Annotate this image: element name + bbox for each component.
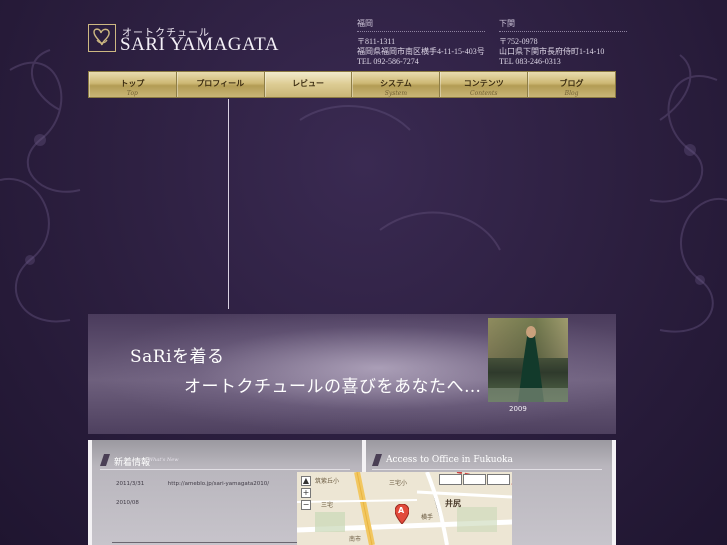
- nav-label-en: System: [384, 90, 408, 97]
- brand-logo[interactable]: オートクチュール SARI YAMAGATA: [88, 24, 278, 58]
- nav-item-review[interactable]: レビュー: [264, 72, 353, 97]
- map-type-tabs: [438, 474, 510, 485]
- access-header: Access to Office in Fukuoka: [372, 450, 602, 470]
- section-tag-icon: [372, 454, 382, 466]
- map-marker-label: A: [398, 506, 405, 515]
- office-tel: TEL 092-586-7274: [357, 57, 419, 66]
- map-type-tab[interactable]: [463, 474, 486, 485]
- photo-ground: [488, 388, 568, 402]
- news-item[interactable]: 2011/3/31 http://ameblo.jp/sari-yamagata…: [116, 481, 269, 487]
- nav-label: ブログ: [559, 79, 584, 88]
- banner-photo[interactable]: [488, 318, 568, 402]
- photo-year: 2009: [509, 405, 527, 413]
- banner-tagline: オートクチュールの喜びをあなたへ…: [184, 377, 482, 397]
- hero-banner: SaRiを着る オートクチュールの喜びをあなたへ… 2009: [88, 314, 616, 434]
- map-place-label: 三宅小: [389, 480, 408, 487]
- map-type-tab[interactable]: [439, 474, 462, 485]
- nav-item-contents[interactable]: コンテンツ Contents: [440, 72, 529, 97]
- map-place-label: 三宅: [321, 502, 334, 509]
- map-station-label: 井尻: [445, 499, 461, 508]
- nav-item-profile[interactable]: プロフィール: [177, 72, 265, 97]
- nav-label: プロフィール: [196, 79, 245, 88]
- office-fukuoka: 福岡 〒811-1311 福岡県福岡市南区横手4-11-15-403号 TEL …: [357, 19, 485, 67]
- office-heading: 下関: [499, 19, 627, 32]
- news-date: 2011/3/31: [116, 481, 145, 487]
- office-tel: TEL 083-246-0313: [499, 57, 561, 66]
- news-subtitle: What's New: [148, 457, 179, 463]
- news-header: 新着情報 What's New: [100, 450, 350, 470]
- frame-divider: [228, 99, 229, 309]
- nav-label-en: Top: [126, 90, 138, 97]
- news-title: 新着情報: [114, 458, 151, 468]
- nav-item-blog[interactable]: ブログ Blog: [528, 72, 615, 97]
- map-place-label: 筑紫丘小: [315, 478, 340, 485]
- map-pan-up-icon[interactable]: ▲: [301, 476, 311, 486]
- news-date: 2010/08: [116, 500, 139, 506]
- access-title: Access to Office in Fukuoka: [386, 455, 513, 465]
- nav-label: システム: [380, 79, 412, 88]
- nav-item-top[interactable]: トップ Top: [89, 72, 177, 97]
- map-type-tab[interactable]: [487, 474, 510, 485]
- section-rule: [372, 469, 602, 470]
- news-item[interactable]: 2010/08: [116, 500, 168, 506]
- map-zoom-controls: ▲ + −: [301, 476, 311, 512]
- news-link[interactable]: http://ameblo.jp/sari-yamagata2010/: [168, 481, 269, 487]
- office-heading: 福岡: [357, 19, 485, 32]
- office-shimonoseki: 下関 〒752-0978 山口県下関市長府侍町1-14-10 TEL 083-2…: [499, 19, 627, 67]
- section-tag-icon: [100, 454, 110, 466]
- office-postal: 〒752-0978: [499, 37, 538, 46]
- nav-label-en: Blog: [564, 90, 579, 97]
- logo-mark-icon: [88, 24, 116, 52]
- nav-label: トップ: [120, 79, 145, 88]
- nav-label: レビュー: [292, 79, 325, 88]
- map-place-label: 南市: [349, 536, 362, 543]
- banner-headline: SaRiを着る: [130, 347, 225, 367]
- nav-label-en: Contents: [470, 90, 498, 97]
- office-map[interactable]: ▲ + − 筑紫丘小 三宅小 横手 南市 三宅 井尻 A: [297, 472, 512, 545]
- photo-figure-head: [526, 326, 536, 338]
- map-zoom-in-icon[interactable]: +: [301, 488, 311, 498]
- office-address: 福岡県福岡市南区横手4-11-15-403号: [357, 47, 485, 56]
- map-place-label: 横手: [421, 514, 434, 521]
- office-postal: 〒811-1311: [357, 37, 396, 46]
- news-divider: [112, 542, 297, 543]
- nav-label: コンテンツ: [463, 79, 504, 88]
- map-zoom-out-icon[interactable]: −: [301, 500, 311, 510]
- content-frame-left: [88, 99, 228, 309]
- section-rule: [100, 469, 350, 470]
- nav-item-system[interactable]: システム System: [352, 72, 441, 97]
- main-nav: トップ Top プロフィール レビュー システム System コンテンツ Co…: [88, 71, 616, 98]
- office-address: 山口県下関市長府侍町1-14-10: [499, 47, 605, 56]
- brand-name: SARI YAMAGATA: [120, 34, 279, 55]
